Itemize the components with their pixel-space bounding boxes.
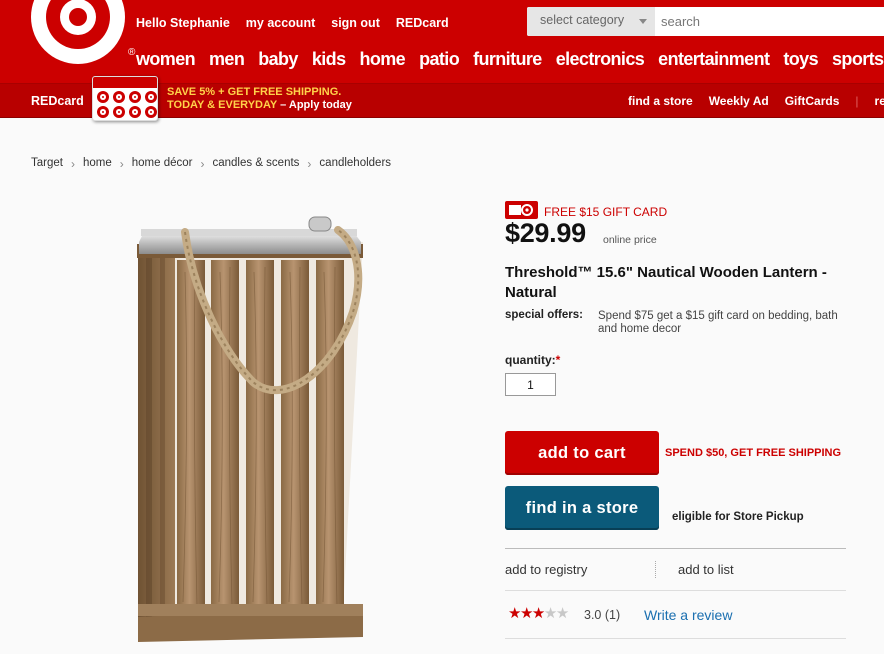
chevron-right-icon: ›: [119, 157, 124, 171]
divider: [655, 561, 656, 578]
gift-card-offer[interactable]: FREE $15 GIFT CARD: [544, 205, 667, 219]
product-title: Threshold™ 15.6" Nautical Wooden Lantern…: [505, 264, 827, 301]
target-logo-icon[interactable]: [31, 0, 125, 64]
promo-line-1: SAVE 5% + GET FREE SHIPPING.: [167, 86, 342, 98]
star-icon: ★: [555, 605, 569, 622]
special-offers-text[interactable]: Spend $75 get a $15 gift card on bedding…: [598, 310, 848, 335]
nav-patio[interactable]: patio: [419, 49, 460, 70]
chevron-right-icon: ›: [200, 157, 205, 171]
quantity-input[interactable]: [505, 373, 556, 396]
store-pickup-note: eligible for Store Pickup: [672, 511, 804, 523]
nav-sports[interactable]: sports: [832, 49, 884, 70]
sign-out-link[interactable]: sign out: [331, 16, 380, 30]
nav-electronics[interactable]: electronics: [556, 49, 645, 70]
link-separator: |: [855, 94, 859, 108]
registry-link[interactable]: regis: [875, 94, 884, 108]
add-to-cart-button[interactable]: add to cart: [505, 431, 659, 475]
nav-home[interactable]: home: [359, 49, 405, 70]
redcard-promo[interactable]: SAVE 5% + GET FREE SHIPPING. TODAY & EVE…: [167, 86, 352, 112]
promo-line-2: TODAY & EVERYDAY – Apply today: [167, 99, 352, 112]
nav-toys[interactable]: toys: [783, 49, 818, 70]
breadcrumb-home-decor[interactable]: home décor: [132, 157, 193, 171]
star-icon: ★: [543, 605, 557, 622]
search-box: select category: [527, 7, 884, 36]
nav-men[interactable]: men: [209, 49, 245, 70]
price-note: online price: [603, 234, 657, 246]
required-mark: *: [555, 353, 561, 367]
chevron-down-icon: [639, 19, 647, 24]
top-header: ® Hello Stephanie my account sign out RE…: [0, 0, 884, 84]
find-a-store-link[interactable]: find a store: [628, 94, 693, 108]
price: $29.99: [505, 218, 586, 248]
special-offers-label: special offers:: [505, 309, 583, 321]
hello-user-link[interactable]: Hello Stephanie: [136, 16, 230, 30]
nav-furniture[interactable]: furniture: [473, 49, 542, 70]
write-review-link[interactable]: Write a review: [644, 607, 732, 623]
quantity-label: quantity:*: [505, 353, 560, 367]
divider: [505, 638, 846, 639]
breadcrumb-home[interactable]: home: [83, 157, 112, 171]
category-select[interactable]: select category: [527, 7, 655, 36]
redcard-card-icon[interactable]: [92, 76, 158, 121]
redcard-link[interactable]: REDcard: [396, 16, 449, 30]
rating-text: 3.0 (1): [584, 608, 621, 622]
free-shipping-note: SPEND $50, GET FREE SHIPPING: [665, 447, 842, 459]
star-icon: ★: [519, 605, 533, 622]
add-to-list-link[interactable]: add to list: [678, 562, 734, 577]
breadcrumb-candles[interactable]: candles & scents: [212, 157, 299, 171]
gift-card-icon: [505, 201, 538, 219]
nav-kids[interactable]: kids: [312, 49, 346, 70]
breadcrumb-candleholders[interactable]: candleholders: [319, 157, 391, 171]
nav-women[interactable]: women: [136, 49, 196, 70]
star-icon: ★: [531, 605, 545, 622]
redcard-label[interactable]: REDcard: [31, 94, 84, 108]
weekly-ad-link[interactable]: Weekly Ad: [709, 94, 769, 108]
star-rating[interactable]: ★★★★★: [508, 605, 569, 622]
divider: [505, 548, 846, 549]
find-in-store-button[interactable]: find in a store: [505, 486, 659, 530]
star-icon: ★: [508, 605, 521, 622]
promo-apply: – Apply today: [280, 99, 352, 111]
redcard-bar: REDcard SAVE 5% + GET FREE SHIPPING. TOD…: [0, 76, 884, 121]
nav-entertainment[interactable]: entertainment: [658, 49, 770, 70]
quantity-label-text: quantity:: [505, 353, 556, 367]
divider: [505, 590, 846, 591]
category-nav: women men baby kids home patio furniture…: [136, 49, 884, 70]
search-input[interactable]: [661, 7, 884, 36]
nav-baby[interactable]: baby: [258, 49, 298, 70]
my-account-link[interactable]: my account: [246, 16, 315, 30]
breadcrumb-target[interactable]: Target: [31, 157, 63, 171]
breadcrumb: Target › home › home décor › candles & s…: [31, 157, 391, 171]
promo-everyday: TODAY & EVERYDAY: [167, 99, 278, 111]
chevron-right-icon: ›: [307, 157, 312, 171]
chevron-right-icon: ›: [70, 157, 75, 171]
utility-links: find a store Weekly Ad GiftCards | regis: [628, 94, 884, 108]
registered-mark: ®: [128, 47, 136, 58]
account-links: Hello Stephanie my account sign out REDc…: [136, 16, 449, 30]
category-select-label: select category: [540, 13, 625, 27]
giftcards-link[interactable]: GiftCards: [785, 94, 840, 108]
add-to-registry-link[interactable]: add to registry: [505, 562, 587, 577]
product-image[interactable]: [133, 212, 377, 642]
